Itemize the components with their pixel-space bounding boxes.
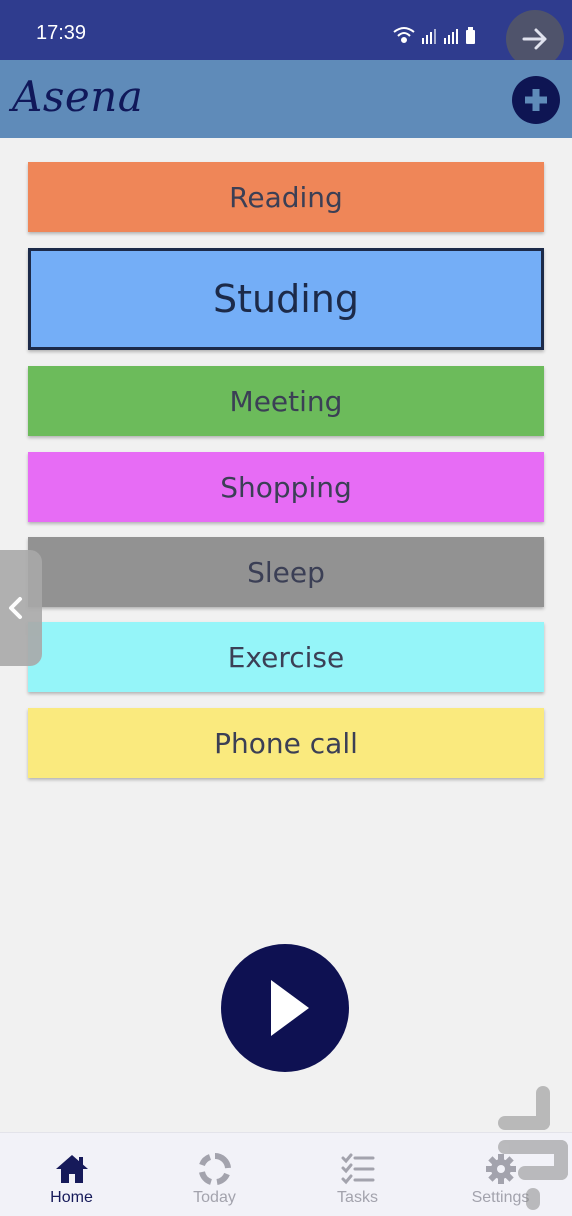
nav-label: Home: [50, 1189, 93, 1206]
status-bar: 17:39: [0, 0, 572, 68]
store-watermark-logo: [498, 1086, 568, 1210]
activity-exercise[interactable]: Exercise: [28, 622, 544, 692]
home-icon: [56, 1155, 88, 1183]
arrow-right-icon: [522, 28, 547, 50]
activity-label: Meeting: [229, 384, 343, 418]
activity-shopping[interactable]: Shopping: [28, 452, 544, 522]
checklist-icon: [341, 1153, 375, 1185]
activity-label: Sleep: [247, 555, 325, 589]
activity-phone-call[interactable]: Phone call: [28, 708, 544, 778]
nav-home[interactable]: Home: [0, 1133, 143, 1216]
progress-ring-icon: [199, 1153, 231, 1185]
nav-tasks[interactable]: Tasks: [286, 1133, 429, 1216]
activity-sleep[interactable]: Sleep: [28, 537, 544, 607]
activity-label: Phone call: [214, 726, 358, 760]
nav-today[interactable]: Today: [143, 1133, 286, 1216]
activity-meeting[interactable]: Meeting: [28, 366, 544, 436]
app-title: Asena: [12, 72, 144, 121]
signal-icon: [422, 29, 436, 44]
add-activity-button[interactable]: [512, 76, 560, 124]
signal-icon: [444, 29, 458, 44]
play-icon: [271, 980, 309, 1036]
battery-icon: [466, 27, 475, 44]
activity-label: Studing: [213, 277, 359, 321]
chevron-left-icon: [9, 597, 22, 619]
status-time: 17:39: [36, 22, 87, 44]
activity-label: Shopping: [220, 470, 352, 504]
activity-label: Reading: [229, 180, 343, 214]
status-icons: [393, 27, 475, 44]
play-button[interactable]: [221, 944, 349, 1072]
plus-icon: [525, 89, 547, 111]
activity-reading[interactable]: Reading: [28, 162, 544, 232]
activity-label: Exercise: [227, 640, 345, 674]
side-panel-tab[interactable]: [0, 550, 42, 666]
nav-label: Tasks: [337, 1189, 378, 1206]
bottom-nav: Home Today Tasks Settings: [0, 1132, 572, 1216]
wifi-icon: [393, 27, 415, 43]
nav-label: Today: [193, 1189, 236, 1206]
app-header: Asena: [0, 60, 572, 138]
activity-studing[interactable]: Studing: [28, 248, 544, 350]
